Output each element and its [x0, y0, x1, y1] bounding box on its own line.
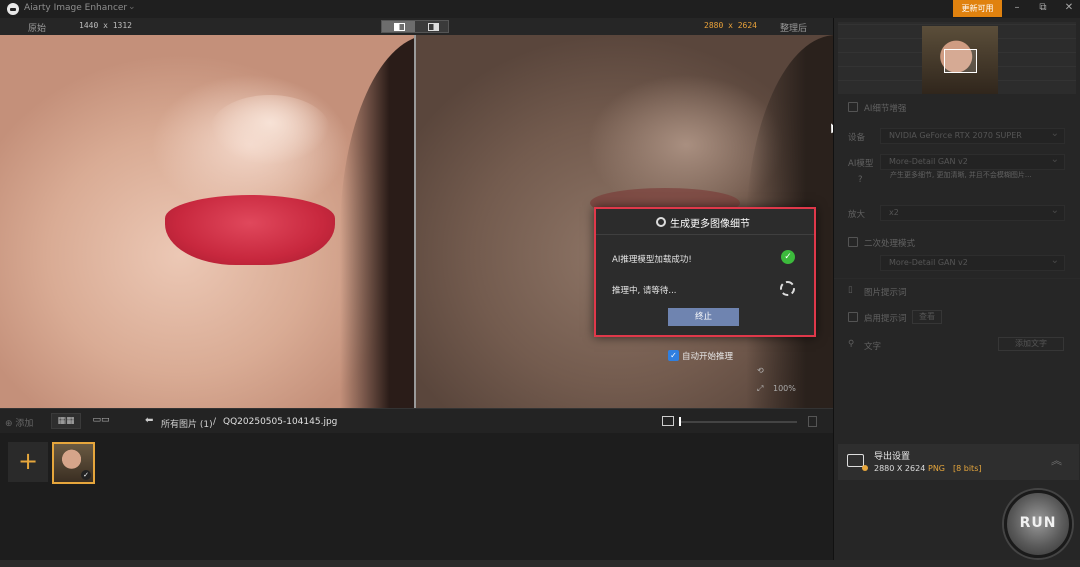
breadcrumb-file-name: QQ20250505-104145.jpg: [223, 417, 338, 427]
aperture-icon: [656, 217, 666, 227]
auto-infer-checkbox[interactable]: ✓: [668, 350, 679, 361]
chevron-down-icon[interactable]: ⌄: [128, 2, 136, 12]
export-settings-icon: [847, 454, 868, 471]
document-icon: ▯: [848, 285, 853, 295]
scale-label: 放大: [848, 210, 866, 220]
add-image-tile[interactable]: +: [8, 442, 48, 482]
minimize-button[interactable]: –: [1004, 0, 1030, 17]
stop-button[interactable]: 终止: [668, 308, 739, 326]
add-text-button[interactable]: 添加文字: [998, 337, 1064, 351]
image-size-icon: [662, 416, 674, 426]
model-select[interactable]: More-Detail GAN v2: [880, 154, 1065, 170]
thumbnail-size-slider[interactable]: [679, 421, 797, 423]
scale-select[interactable]: x2: [880, 205, 1065, 221]
model-loaded-status: AI推理模型加载成功!: [612, 255, 692, 265]
inference-running-status: 推理中, 请等待...: [612, 286, 677, 296]
thumbnail-check-icon: ✓: [81, 470, 91, 480]
side-by-side-view-icon[interactable]: [382, 21, 415, 32]
device-label: 设备: [848, 133, 866, 143]
export-dimensions: 2880 X 2624: [874, 464, 926, 473]
export-bit-depth: [8 bits]: [953, 464, 982, 473]
compare-header: 原始 1440 x 1312 2880 x 2624 整理后: [0, 18, 833, 35]
view-prompt-button[interactable]: 查看: [912, 310, 942, 324]
loading-spinner-icon: [780, 281, 795, 296]
run-label: RUN: [1019, 515, 1057, 531]
dialog-header: 生成更多图像细节: [596, 209, 814, 235]
prompt-checkbox[interactable]: [848, 312, 858, 322]
zoom-level[interactable]: 100%: [773, 384, 796, 393]
chevron-up-icon[interactable]: ︽: [1051, 452, 1062, 468]
view-mode-toggle[interactable]: [381, 20, 449, 33]
update-available-button[interactable]: 更新可用: [953, 0, 1002, 17]
auto-infer-label[interactable]: 自动开始推理: [682, 350, 733, 362]
processed-label: 整理后: [780, 24, 808, 34]
prompt-check-label: 启用提示词: [864, 314, 907, 324]
export-title: 导出设置: [874, 452, 911, 462]
add-image-button[interactable]: ⊕ 添加: [5, 416, 33, 429]
export-settings[interactable]: 导出设置 2880 X 2624 PNG [8 bits] ︽: [838, 444, 1079, 480]
grid-view-button[interactable]: ▦▦: [51, 413, 81, 429]
navigator-viewport-frame[interactable]: [944, 49, 977, 73]
original-photo-lips: [165, 195, 335, 265]
ai-detail-label: AI细节增强: [864, 104, 907, 114]
original-photo-hair: [340, 35, 414, 408]
output-size: 2880 x 2624: [704, 21, 757, 30]
rotate-icon[interactable]: ⟲: [757, 366, 764, 375]
model-label: AI模型: [848, 159, 874, 169]
help-icon[interactable]: ?: [858, 175, 863, 185]
file-toolbar: ⊕ 添加 ▦▦ ▭▭ ⬅ 所有图片 (1) / QQ20250505-10414…: [0, 408, 833, 433]
slider-handle[interactable]: [679, 417, 681, 426]
ai-detail-checkbox[interactable]: [848, 102, 858, 112]
image-thumbnail[interactable]: ✓: [52, 442, 95, 484]
second-model-select[interactable]: More-Detail GAN v2: [880, 255, 1065, 271]
navigator-image: [922, 26, 998, 94]
inference-dialog: 生成更多图像细节 AI推理模型加载成功! ✓ 推理中, 请等待... 终止: [594, 207, 816, 337]
maximize-button[interactable]: ⧉: [1030, 0, 1056, 17]
original-size: 1440 x 1312: [79, 21, 132, 30]
original-label: 原始: [28, 24, 47, 34]
trash-icon[interactable]: [808, 416, 817, 427]
text-label: 文字: [864, 342, 882, 352]
status-strip: [0, 560, 1080, 567]
fit-screen-icon[interactable]: ⤢: [757, 384, 763, 394]
thumbnail-strip: + ✓: [0, 433, 833, 560]
second-model-checkbox[interactable]: [848, 237, 858, 247]
device-select[interactable]: NVIDIA GeForce RTX 2070 SUPER: [880, 128, 1065, 144]
run-button[interactable]: RUN: [1004, 490, 1072, 558]
breadcrumb-separator: /: [213, 417, 217, 427]
back-arrow-icon[interactable]: ⬅: [145, 415, 153, 426]
export-format: PNG: [928, 464, 946, 473]
success-check-icon: ✓: [781, 250, 795, 264]
split-view-icon[interactable]: [416, 21, 449, 32]
dialog-title: 生成更多图像细节: [670, 219, 750, 230]
text-icon: ⚲: [848, 339, 855, 349]
model-hint: 产生更多细节, 更加清晰, 并且不会模糊图片...: [890, 171, 1032, 179]
second-model-label: 二次处理模式: [864, 239, 916, 249]
breadcrumb-all-images[interactable]: 所有图片 (1): [161, 417, 213, 430]
prompt-section-label: 图片提示词: [864, 288, 907, 298]
app-title: Aiarty Image Enhancer: [24, 3, 128, 13]
title-bar: Aiarty Image Enhancer ⌄ 更新可用 – ⧉ ✕: [0, 0, 1080, 18]
navigator-preview[interactable]: [838, 22, 1076, 94]
original-image-pane[interactable]: [0, 35, 414, 408]
app-logo-icon: [7, 3, 19, 15]
original-photo-nose: [210, 95, 330, 165]
list-view-button[interactable]: ▭▭: [86, 413, 116, 429]
section-divider: [834, 278, 1080, 279]
zoom-controls[interactable]: ⟲ ⤢ 100%: [757, 364, 817, 396]
close-button[interactable]: ✕: [1056, 0, 1080, 17]
